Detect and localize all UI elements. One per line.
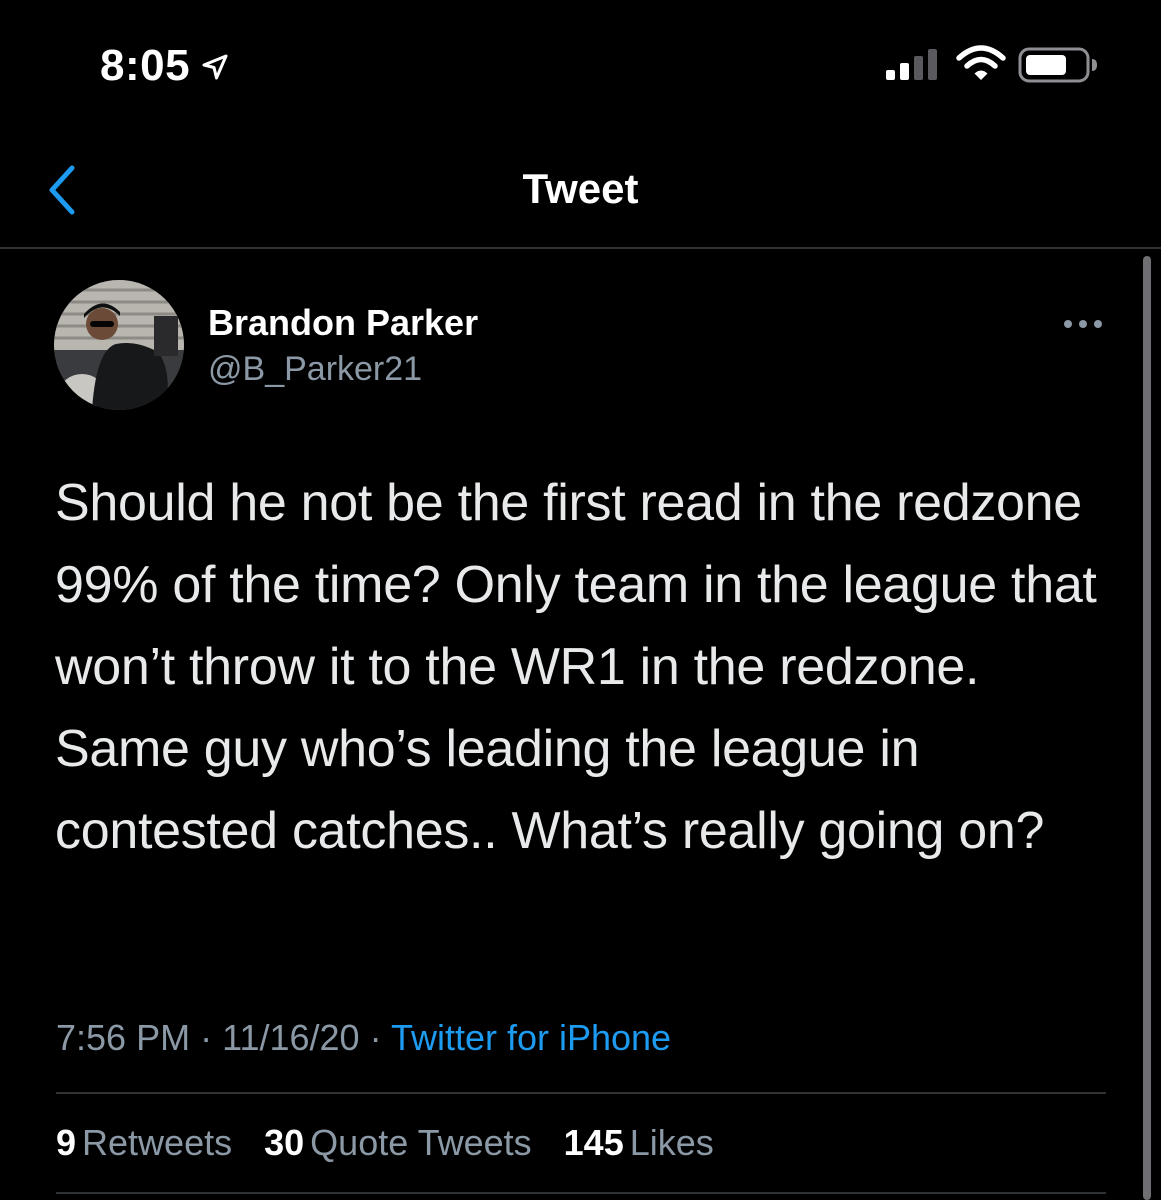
divider [56,1192,1106,1194]
page-title: Tweet [522,165,639,212]
avatar[interactable] [54,280,184,410]
meta-separator: · [200,1017,213,1058]
retweets-stat[interactable]: 9 Retweets [56,1118,232,1168]
cellular-signal-icon [886,49,937,80]
status-bar: 8:05 [0,0,1161,130]
status-time: 8:05 [100,41,191,90]
likes-label: Likes [629,1122,714,1163]
wifi-icon [956,45,1006,80]
retweets-count: 9 [56,1122,77,1163]
tweet-meta: 7:56 PM · 11/16/20 · Twitter for iPhone [56,1014,671,1062]
divider [56,1092,1106,1094]
nav-header: Tweet [0,130,1161,249]
tweet-time: 7:56 PM [56,1017,191,1058]
tweet-text: Should he not be the first read in the r… [55,474,1097,860]
avatar-photo [54,280,184,410]
tweet-stats: 9 Retweets 30 Quote Tweets 145 Likes [56,1118,736,1168]
tweet-source-link[interactable]: Twitter for iPhone [391,1017,671,1058]
likes-count: 145 [563,1122,624,1163]
author-handle[interactable]: @B_Parker21 [208,348,422,390]
battery-icon [1018,47,1097,83]
scroll-indicator[interactable] [1143,256,1151,1200]
location-arrow-icon [202,54,228,80]
quote-tweets-count: 30 [264,1122,305,1163]
quote-tweets-stat[interactable]: 30 Quote Tweets [264,1118,532,1168]
meta-separator: · [369,1017,382,1058]
likes-stat[interactable]: 145 Likes [564,1118,714,1168]
retweets-label: Retweets [82,1122,233,1163]
quote-tweets-label: Quote Tweets [310,1122,532,1163]
more-options-icon[interactable] [1058,306,1108,342]
tweet-date: 11/16/20 [222,1017,360,1058]
author-name[interactable]: Brandon Parker [208,302,478,344]
